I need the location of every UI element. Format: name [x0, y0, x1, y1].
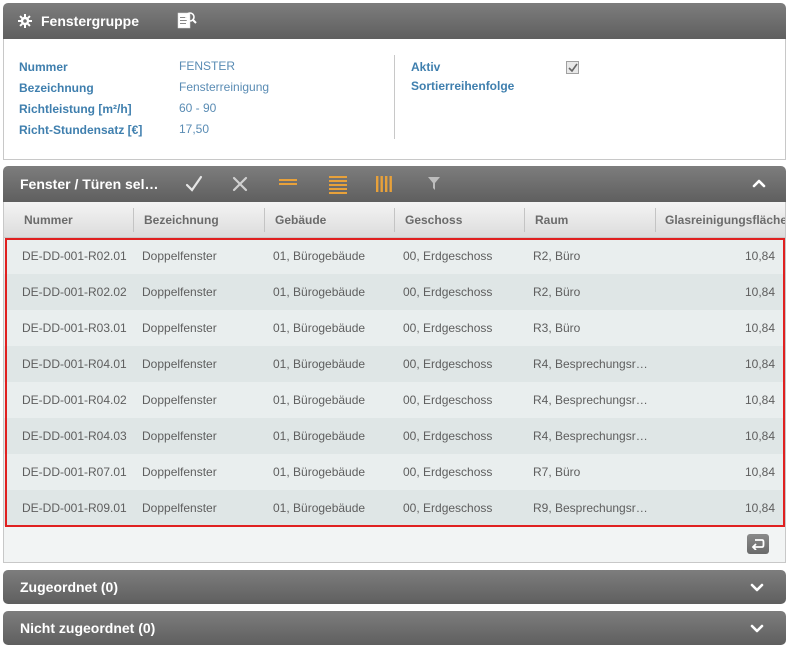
table-cell: 10,84	[744, 501, 775, 515]
table-cell: R3, Büro	[533, 321, 581, 335]
value-bezeichnung: Fensterreinigung	[179, 80, 270, 94]
chevron-down-icon[interactable]	[750, 581, 764, 597]
chevron-down-icon[interactable]	[750, 622, 764, 638]
table-cell: DE-DD-001-R02.02	[22, 285, 127, 299]
table-cell: 00, Erdgeschoss	[403, 249, 493, 263]
gear-icon[interactable]	[17, 13, 33, 29]
column-header-gebaeude[interactable]: Gebäude	[265, 202, 395, 238]
column-header-bezeichnung[interactable]: Bezeichnung	[134, 202, 264, 238]
table-row[interactable]: DE-DD-001-R04.01 Doppelfenster 01, Bürogeb…	[4, 346, 785, 382]
table-cell: R2, Büro	[533, 249, 581, 263]
panel-title: Fenstergruppe	[41, 13, 140, 29]
label-richt-stundensatz: Richt-Stundensatz [€]	[19, 123, 143, 137]
rows-compact-icon[interactable]	[277, 174, 299, 194]
column-header-nummer[interactable]: Nummer	[14, 202, 132, 238]
table-cell: Doppelfenster	[142, 249, 217, 263]
column-header-glasreinigungsflaeche[interactable]: Glasreinigungsfläche	[655, 202, 785, 238]
document-search-icon[interactable]	[175, 10, 197, 32]
label-richtleistung: Richtleistung [m²/h]	[19, 102, 132, 116]
panel-header-fenster-tueren: Fenster / Türen sel…	[3, 166, 786, 202]
table-cell: DE-DD-001-R07.01	[22, 465, 127, 479]
table-cell: 10,84	[744, 285, 775, 299]
table-cell: 10,84	[744, 429, 775, 443]
table-row[interactable]: DE-DD-001-R07.01 Doppelfenster 01, Bürogeb…	[4, 454, 785, 490]
table-cell: 10,84	[744, 393, 775, 407]
value-nummer: FENSTER	[179, 59, 236, 73]
table-cell: 00, Erdgeschoss	[403, 501, 493, 515]
details-panel: Nummer FENSTER Bezeichnung Fensterreinig…	[3, 39, 786, 160]
chevron-up-icon[interactable]	[752, 176, 766, 192]
table-row[interactable]: DE-DD-001-R04.02 Doppelfenster 01, Bürogeb…	[4, 382, 785, 418]
table-cell: DE-DD-001-R04.01	[22, 357, 127, 371]
table-cell: 01, Bürogebäude	[273, 429, 366, 443]
value-richtleistung: 60 - 90	[179, 101, 217, 115]
panel-header-fenstergruppe: Fenstergruppe	[3, 3, 786, 39]
table-cell: 10,84	[744, 357, 775, 371]
column-header-geschoss[interactable]: Geschoss	[395, 202, 525, 238]
section-title-nicht-zugeordnet: Nicht zugeordnet (0)	[20, 620, 156, 636]
table-cell: DE-DD-001-R04.03	[22, 429, 127, 443]
divider	[394, 55, 395, 139]
panel-header-nicht-zugeordnet[interactable]: Nicht zugeordnet (0)	[3, 611, 786, 645]
table-cell: 01, Bürogebäude	[273, 393, 366, 407]
table-cell: 01, Bürogebäude	[273, 501, 366, 515]
table-cell: R4, Besprechungsr…	[533, 429, 648, 443]
table-cell: 00, Erdgeschoss	[403, 465, 493, 479]
table-cell: 00, Erdgeschoss	[403, 285, 493, 299]
table-row[interactable]: DE-DD-001-R03.01 Doppelfenster 01, Bürogeb…	[4, 310, 785, 346]
grid-column-header: Nummer Bezeichnung Gebäude Geschoss Raum…	[4, 202, 785, 238]
table-cell: 01, Bürogebäude	[273, 249, 366, 263]
table-cell: Doppelfenster	[142, 393, 217, 407]
table-cell: Doppelfenster	[142, 429, 217, 443]
clear-icon[interactable]	[229, 174, 251, 194]
label-sortierreihenfolge: Sortierreihenfolge	[411, 79, 515, 93]
table-cell: R2, Büro	[533, 285, 581, 299]
table-cell: 01, Bürogebäude	[273, 285, 366, 299]
table-row[interactable]: DE-DD-001-R02.02 Doppelfenster 01, Bürogeb…	[4, 274, 785, 310]
panel-header-zugeordnet[interactable]: Zugeordnet (0)	[3, 570, 786, 604]
columns-icon[interactable]	[374, 174, 396, 194]
label-bezeichnung: Bezeichnung	[19, 81, 94, 95]
table-cell: DE-DD-001-R04.02	[22, 393, 127, 407]
label-aktiv: Aktiv	[411, 60, 441, 74]
table-cell: DE-DD-001-R02.01	[22, 249, 127, 263]
table-row[interactable]: DE-DD-001-R09.01 Doppelfenster 01, Bürogeb…	[4, 490, 785, 526]
table-cell: Doppelfenster	[142, 285, 217, 299]
table-cell: DE-DD-001-R03.01	[22, 321, 127, 335]
fenster-grid: Nummer Bezeichnung Gebäude Geschoss Raum…	[3, 202, 786, 563]
column-header-raum[interactable]: Raum	[525, 202, 655, 238]
table-cell: R9, Besprechungsr…	[533, 501, 648, 515]
table-cell: R7, Büro	[533, 465, 581, 479]
table-cell: 10,84	[744, 321, 775, 335]
table-cell: 00, Erdgeschoss	[403, 393, 493, 407]
table-cell: 10,84	[744, 465, 775, 479]
section-title-zugeordnet: Zugeordnet (0)	[20, 579, 118, 595]
value-richt-stundensatz: 17,50	[179, 122, 210, 136]
table-row[interactable]: DE-DD-001-R02.01 Doppelfenster 01, Bürogeb…	[4, 238, 785, 274]
table-cell: 00, Erdgeschoss	[403, 429, 493, 443]
table-cell: 01, Bürogebäude	[273, 357, 366, 371]
table-row[interactable]: DE-DD-001-R04.03 Doppelfenster 01, Bürogeb…	[4, 418, 785, 454]
grid-title: Fenster / Türen sel…	[20, 176, 159, 192]
table-cell: Doppelfenster	[142, 465, 217, 479]
table-cell: R4, Besprechungsr…	[533, 357, 648, 371]
table-cell: Doppelfenster	[142, 501, 217, 515]
table-cell: 00, Erdgeschoss	[403, 357, 493, 371]
aktiv-checkbox[interactable]	[566, 61, 579, 74]
rows-list-icon[interactable]	[327, 174, 349, 194]
table-cell: Doppelfenster	[142, 321, 217, 335]
table-cell: R4, Besprechungsr…	[533, 393, 648, 407]
table-cell: 01, Bürogebäude	[273, 321, 366, 335]
table-cell: 10,84	[744, 249, 775, 263]
table-cell: 01, Bürogebäude	[273, 465, 366, 479]
label-nummer: Nummer	[19, 60, 68, 74]
check-icon[interactable]	[183, 174, 205, 194]
table-cell: Doppelfenster	[142, 357, 217, 371]
filter-icon[interactable]	[423, 174, 445, 194]
return-icon[interactable]	[747, 534, 769, 554]
table-cell: DE-DD-001-R09.01	[22, 501, 127, 515]
table-cell: 00, Erdgeschoss	[403, 321, 493, 335]
